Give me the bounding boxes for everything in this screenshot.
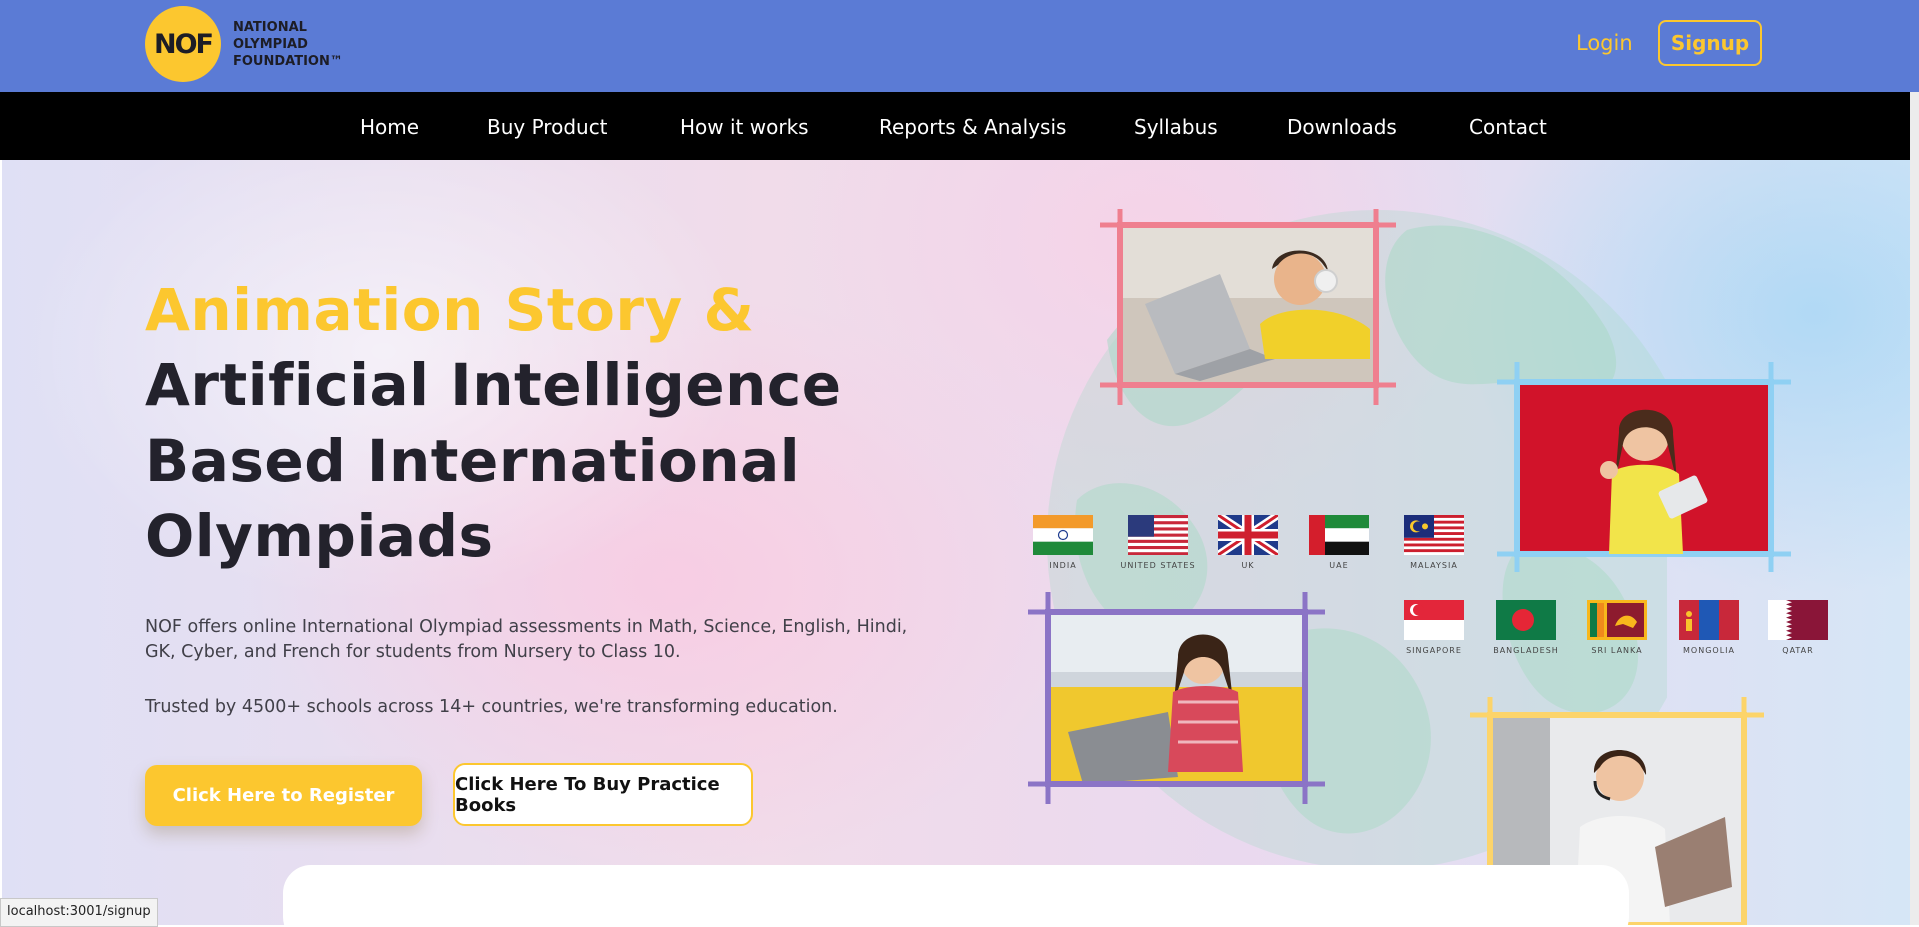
flag-label: SINGAPORE (1406, 646, 1462, 655)
nav-how-it-works[interactable]: How it works (680, 115, 809, 139)
nav-syllabus[interactable]: Syllabus (1134, 115, 1218, 139)
flag-qatar: QATAR (1768, 600, 1828, 655)
flag-uk: UK (1218, 515, 1278, 570)
flag-label: MONGOLIA (1683, 646, 1735, 655)
flag-label: BANGLADESH (1493, 646, 1559, 655)
hero-title-highlight: Animation Story & (145, 276, 755, 344)
srilanka-flag-icon (1587, 600, 1647, 640)
hero-title-line-3: Based International (145, 427, 801, 495)
flag-mongolia: MONGOLIA (1679, 600, 1739, 655)
logo-badge: NOF (145, 6, 221, 82)
mongolia-flag-icon (1679, 600, 1739, 640)
flag-label: INDIA (1049, 561, 1077, 570)
page-scrollbar[interactable] (1910, 92, 1919, 925)
hero-trusted-text: Trusted by 4500+ schools across 14+ coun… (145, 697, 838, 717)
malaysia-flag-icon (1404, 515, 1464, 555)
stats-card (283, 865, 1629, 925)
flag-label: UNITED STATES (1120, 561, 1196, 570)
photo-frame-boy-laptop (1100, 209, 1396, 405)
flag-bangladesh: BANGLADESH (1493, 600, 1559, 655)
browser-status-url: localhost:3001/signup (0, 898, 158, 927)
uk-flag-icon (1218, 515, 1278, 555)
usa-flag-icon (1128, 515, 1188, 555)
signup-button[interactable]: Signup (1658, 20, 1762, 66)
flag-india: INDIA (1033, 515, 1093, 570)
nav-buy-product[interactable]: Buy Product (487, 115, 608, 139)
nav-home[interactable]: Home (360, 115, 419, 139)
site-header: NOF NATIONAL OLYMPIAD FOUNDATION™ Login … (0, 0, 1919, 92)
uae-flag-icon (1309, 515, 1369, 555)
photo-frame-girl-tablet (1497, 362, 1791, 572)
photo-frame-girl-couch (1028, 592, 1325, 804)
nav-downloads[interactable]: Downloads (1287, 115, 1397, 139)
flag-sri-lanka: SRI LANKA (1587, 600, 1647, 655)
nav-reports-analysis[interactable]: Reports & Analysis (879, 115, 1066, 139)
register-button[interactable]: Click Here to Register (145, 765, 422, 826)
hero-description: NOF offers online International Olympiad… (145, 617, 908, 662)
bangladesh-flag-icon (1496, 600, 1556, 640)
nav-contact[interactable]: Contact (1469, 115, 1547, 139)
flag-label: QATAR (1782, 646, 1814, 655)
flag-uae: UAE (1309, 515, 1369, 570)
singapore-flag-icon (1404, 600, 1464, 640)
logo-wordmark: NATIONAL OLYMPIAD FOUNDATION™ (233, 19, 343, 70)
india-flag-icon (1033, 515, 1093, 555)
logo-line-3: FOUNDATION™ (233, 53, 343, 69)
qatar-flag-icon (1768, 600, 1828, 640)
flag-united-states: UNITED STATES (1120, 515, 1195, 570)
logo-line-1: NATIONAL (233, 19, 307, 35)
nof-logo[interactable]: NOF NATIONAL OLYMPIAD FOUNDATION™ (145, 6, 343, 82)
flag-malaysia: MALAYSIA (1404, 515, 1464, 570)
hero-title-line-4: Olympiads (145, 502, 494, 570)
flag-label: UAE (1329, 561, 1349, 570)
logo-line-2: OLYMPIAD (233, 36, 308, 52)
flag-label: MALAYSIA (1410, 561, 1458, 570)
flag-label: SRI LANKA (1591, 646, 1643, 655)
hero-title-line-2: Artificial Intelligence (145, 351, 842, 419)
main-nav: Home Buy Product How it works Reports & … (0, 92, 1910, 160)
hero-section: Animation Story & Artificial Intelligenc… (2, 160, 1910, 925)
buy-practice-books-button[interactable]: Click Here To Buy Practice Books (453, 763, 753, 826)
flag-singapore: SINGAPORE (1404, 600, 1464, 655)
flag-label: UK (1241, 561, 1255, 570)
login-link[interactable]: Login (1576, 31, 1633, 55)
